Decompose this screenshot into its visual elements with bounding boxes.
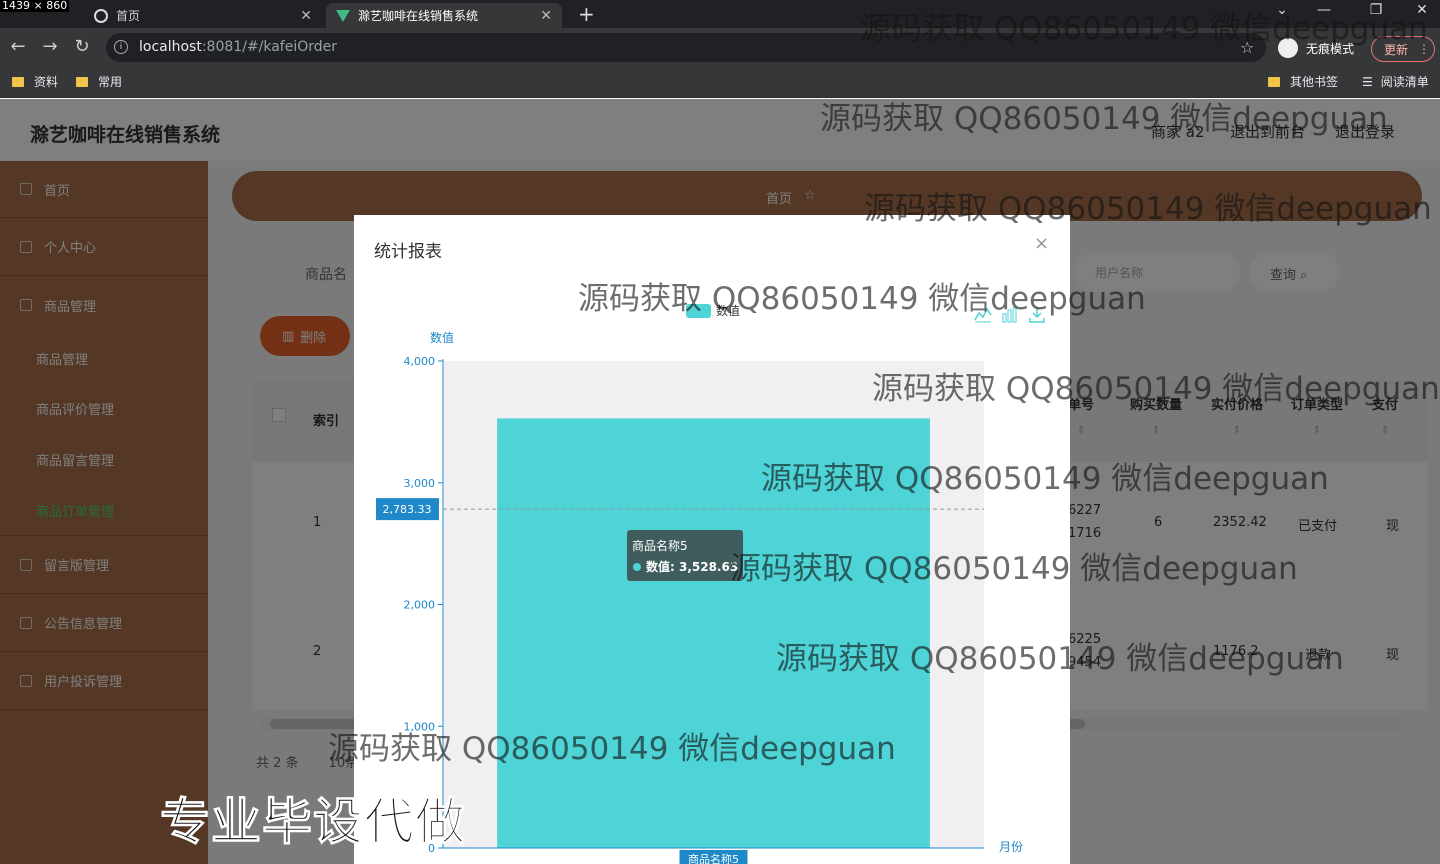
vue-icon bbox=[336, 9, 350, 22]
y-tick-label: 3,000 bbox=[404, 477, 436, 490]
new-tab-button[interactable]: + bbox=[578, 2, 595, 26]
tab-search-icon[interactable]: ⌄ bbox=[1262, 2, 1302, 18]
bar bbox=[497, 418, 930, 848]
y-tick-label: 4,000 bbox=[404, 355, 436, 368]
folder-icon bbox=[76, 76, 88, 87]
bookmark-folder-1[interactable]: 资料 bbox=[12, 73, 58, 90]
incognito-label: 无痕模式 bbox=[1306, 41, 1355, 56]
bookmark-folder-2[interactable]: 常用 bbox=[76, 73, 122, 90]
x-axis-title: 月份 bbox=[999, 840, 1023, 854]
tab-label: 首页 bbox=[116, 9, 141, 23]
other-bookmarks[interactable]: 其他书签 bbox=[1268, 73, 1338, 90]
screen-size-label: 1439 × 860 bbox=[0, 0, 70, 12]
folder-icon bbox=[12, 76, 24, 87]
tab-app[interactable]: 滁艺咖啡在线销售系统 ✕ bbox=[326, 3, 562, 28]
legend-label: 数值 bbox=[716, 304, 741, 318]
y-tick-label: 1,000 bbox=[404, 720, 436, 733]
tab-home[interactable]: 首页 ✕ bbox=[84, 3, 322, 28]
y-tick-label: 0 bbox=[428, 842, 435, 855]
mark-line-label: 2,783.33 bbox=[383, 503, 432, 516]
close-icon[interactable]: ✕ bbox=[540, 8, 552, 24]
back-icon[interactable]: ← bbox=[6, 36, 30, 58]
globe-icon bbox=[94, 8, 108, 23]
stats-bar-chart: 数值 月份 0 1,000 2,000 3,000 4,000 商品名称5 2,783.33… bbox=[376, 330, 1023, 864]
info-icon[interactable]: i bbox=[114, 40, 128, 54]
minimize-icon[interactable]: — bbox=[1304, 2, 1344, 18]
reading-list[interactable]: ☰ 阅读清单 bbox=[1362, 73, 1429, 90]
tooltip-value: 数值: 3,528.63 bbox=[646, 559, 738, 574]
tab-label: 滁艺咖啡在线销售系统 bbox=[358, 9, 479, 23]
reload-icon[interactable]: ↻ bbox=[70, 36, 94, 58]
tooltip-title: 商品名称5 bbox=[632, 538, 688, 553]
incognito-icon bbox=[1278, 38, 1298, 58]
folder-icon bbox=[1268, 76, 1280, 87]
y-axis-title: 数值 bbox=[430, 330, 454, 345]
star-icon[interactable]: ☆ bbox=[1240, 38, 1254, 57]
y-tick-label: 2,000 bbox=[404, 599, 436, 612]
reading-list-icon: ☰ bbox=[1362, 74, 1373, 89]
update-button[interactable]: 更新 ⋮ bbox=[1371, 36, 1435, 62]
menu-icon: ⋮ bbox=[1418, 42, 1431, 56]
tooltip-dot bbox=[633, 563, 641, 571]
url-text[interactable]: localhost:8081/#/kafeiOrder bbox=[139, 39, 337, 55]
forward-icon[interactable]: → bbox=[38, 36, 62, 58]
x-tick-label: 商品名称5 bbox=[688, 852, 739, 864]
close-icon[interactable]: ✕ bbox=[300, 8, 312, 24]
incognito-indicator[interactable]: 无痕模式 bbox=[1278, 36, 1354, 60]
chart-legend[interactable]: 数值 bbox=[686, 302, 740, 319]
legend-swatch bbox=[686, 303, 711, 318]
window-close-icon[interactable]: ✕ bbox=[1402, 2, 1440, 18]
restore-icon[interactable]: ❐ bbox=[1356, 2, 1396, 18]
bookmarks-bar bbox=[0, 66, 1440, 98]
close-icon[interactable]: × bbox=[1034, 233, 1049, 254]
modal-title: 统计报表 bbox=[374, 242, 442, 262]
